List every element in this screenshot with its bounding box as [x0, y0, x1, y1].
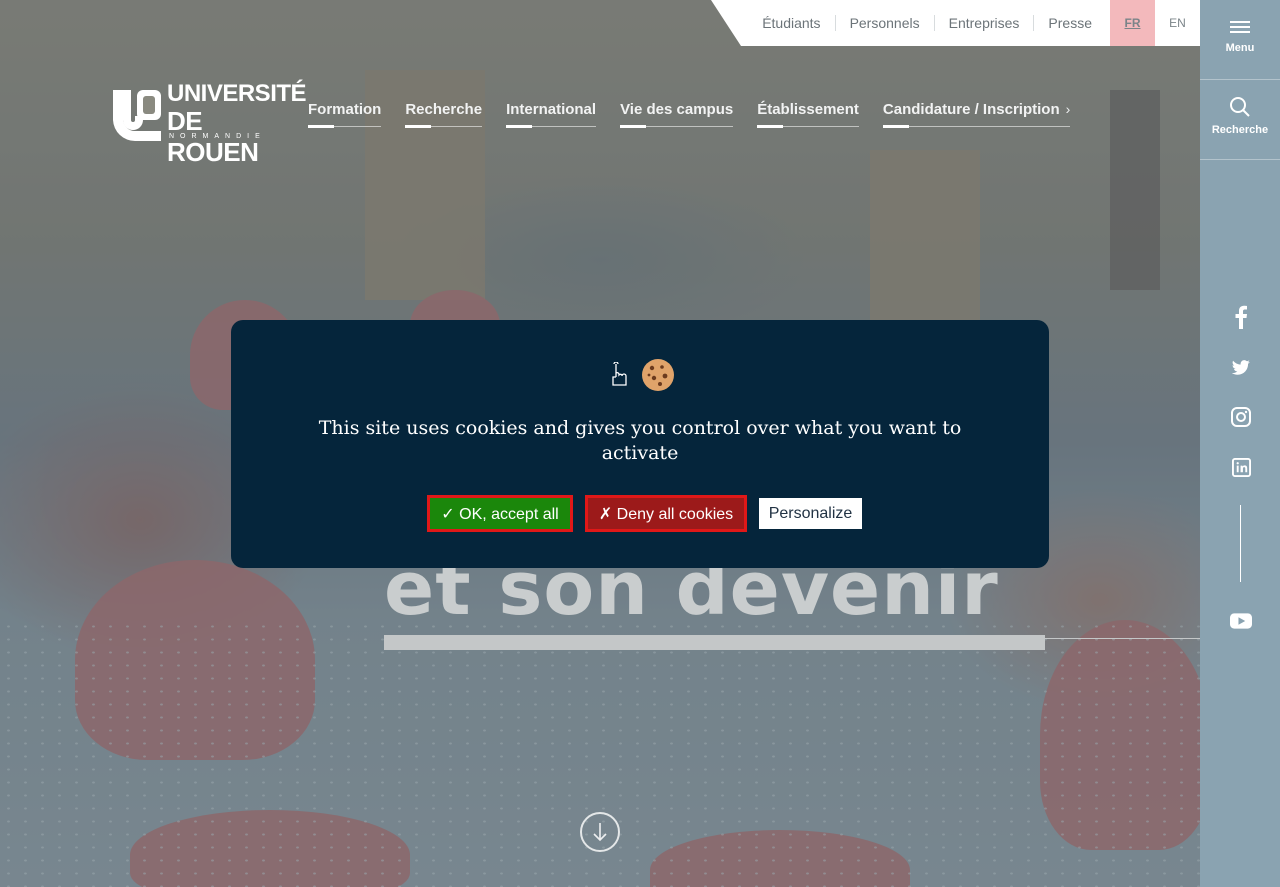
university-logo[interactable]: UNIVERSITÉ DE ROUEN NORMANDIE [111, 80, 307, 167]
nav-vie-des-campus-label: Vie des campus [620, 101, 734, 118]
twitter-icon[interactable] [1230, 357, 1252, 379]
accept-all-button[interactable]: ✓ OK, accept all [427, 495, 573, 532]
personalize-button[interactable]: Personalize [759, 498, 862, 529]
nav-candidature[interactable]: Candidature / Inscription › [882, 101, 1071, 128]
nav-recherche-label: Recherche [405, 101, 483, 118]
hero-title-underline [384, 635, 1045, 650]
utility-link-presse[interactable]: Presse [1033, 15, 1106, 31]
lang-en[interactable]: EN [1155, 0, 1200, 46]
nav-recherche[interactable]: Recherche [405, 101, 483, 128]
utility-link-entreprises[interactable]: Entreprises [933, 15, 1034, 31]
logo-line-1: UNIVERSITÉ [167, 80, 307, 107]
right-sidebar: Menu Recherche [1200, 0, 1280, 887]
pointing-hand-icon [612, 362, 627, 386]
chevron-right-icon: › [1065, 101, 1071, 117]
sidebar-divider [1240, 505, 1241, 582]
hero-divider [1045, 638, 1200, 639]
nav-etablissement-label: Établissement [757, 101, 859, 118]
cookie-icons [609, 358, 675, 392]
search-button[interactable]: Recherche [1200, 96, 1280, 136]
cookie-message: This site uses cookies and gives you con… [318, 417, 962, 464]
scroll-down-button[interactable] [580, 812, 620, 852]
nav-formation-label: Formation [308, 101, 382, 118]
nav-international[interactable]: International [506, 101, 597, 128]
language-switcher: FR EN [1110, 0, 1200, 46]
main-nav: Formation Recherche International Vie de… [308, 101, 1071, 128]
hamburger-icon [1230, 21, 1250, 33]
search-label: Recherche [1211, 124, 1269, 136]
utility-nav: Étudiants Personnels Entreprises Presse [711, 0, 1110, 46]
linkedin-icon[interactable] [1230, 456, 1252, 478]
facebook-icon[interactable] [1230, 305, 1252, 329]
menu-button[interactable]: Menu [1200, 18, 1280, 54]
arrow-down-icon [593, 823, 607, 842]
cookie-icon [642, 359, 674, 391]
menu-label: Menu [1225, 42, 1255, 54]
search-icon [1230, 97, 1250, 117]
youtube-icon[interactable] [1230, 610, 1252, 632]
utility-link-etudiants[interactable]: Étudiants [748, 15, 834, 31]
nav-vie-des-campus[interactable]: Vie des campus [620, 101, 734, 128]
lang-fr[interactable]: FR [1110, 0, 1155, 46]
instagram-icon[interactable] [1230, 406, 1252, 428]
cookie-buttons: ✓ OK, accept all ✗ Deny all cookies Pers… [427, 495, 862, 532]
logo-mark-icon [113, 90, 161, 141]
logo-line-3: NORMANDIE [169, 133, 266, 140]
nav-candidature-label: Candidature / Inscription [882, 101, 1060, 118]
deny-all-button[interactable]: ✗ Deny all cookies [585, 495, 747, 532]
nav-formation[interactable]: Formation [308, 101, 382, 128]
nav-etablissement[interactable]: Établissement [757, 101, 859, 128]
utility-link-personnels[interactable]: Personnels [834, 15, 934, 31]
cookie-consent-dialog: This site uses cookies and gives you con… [231, 320, 1049, 568]
nav-international-label: International [506, 101, 597, 118]
